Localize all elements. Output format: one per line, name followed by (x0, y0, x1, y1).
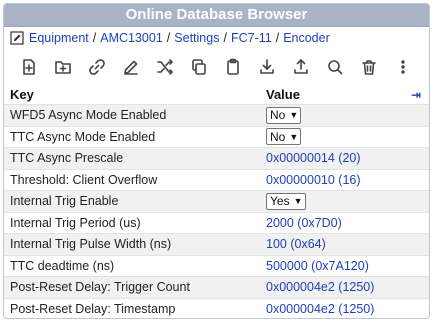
table-row: Post-Reset Delay: Timestamp 0x000004e2 (… (4, 297, 429, 318)
row-key: Post-Reset Delay: Trigger Count (4, 276, 260, 298)
breadcrumb-item-equipment[interactable]: Equipment (29, 27, 89, 49)
select-value: No (270, 108, 286, 123)
breadcrumb-item-settings[interactable]: Settings (174, 27, 219, 49)
breadcrumb-item-encoder[interactable]: Encoder (283, 27, 330, 49)
row-value[interactable]: 0x000004e2 (1250) (260, 297, 429, 318)
chevron-down-icon: ▼ (293, 196, 303, 207)
settings-table: Key Value ⇥ WFD5 Async Mode Enabled No ▼ … (4, 85, 429, 318)
trash-icon[interactable] (352, 53, 386, 81)
row-key: TTC deadtime (ns) (4, 254, 260, 277)
row-key: TTC Async Prescale (4, 147, 260, 169)
row-value[interactable]: 0x000004e2 (1250) (260, 276, 429, 298)
window-title: Online Database Browser (4, 4, 429, 27)
row-value[interactable]: 100 (0x64) (260, 233, 429, 255)
table-row: Threshold: Client Overflow 0x00000010 (1… (4, 168, 429, 191)
select-value: Yes (270, 194, 290, 209)
row-key: WFD5 Async Mode Enabled (4, 104, 260, 126)
pencil-icon[interactable] (114, 53, 148, 81)
breadcrumb-item-amc13001[interactable]: AMC13001 (100, 27, 163, 49)
column-header-value: Value (266, 87, 300, 102)
table-row: TTC Async Prescale 0x00000014 (20) (4, 147, 429, 169)
select-value: No (270, 129, 286, 144)
row-key: Post-Reset Delay: Timestamp (4, 297, 260, 318)
toolbar (4, 49, 429, 85)
row-value[interactable]: 500000 (0x7A120) (260, 254, 429, 277)
table-row: Post-Reset Delay: Trigger Count 0x000004… (4, 276, 429, 298)
row-key: Internal Trig Enable (4, 190, 260, 212)
shuffle-icon[interactable] (148, 53, 182, 81)
row-value[interactable]: 2000 (0x7D0) (260, 211, 429, 234)
table-row: Internal Trig Enable Yes ▼ (4, 190, 429, 212)
browser-window: Online Database Browser Equipment / AMC1… (3, 3, 430, 319)
value-select[interactable]: No ▼ (266, 128, 302, 146)
collapse-icon[interactable]: ⇥ (395, 85, 429, 105)
edit-icon[interactable] (10, 31, 24, 45)
column-header-key: Key (10, 87, 34, 102)
copy-icon[interactable] (182, 53, 216, 81)
breadcrumb-separator: / (166, 31, 171, 45)
row-value[interactable]: 0x00000010 (16) (260, 168, 429, 191)
add-file-icon[interactable] (12, 53, 46, 81)
table-row: Internal Trig Period (us) 2000 (0x7D0) (4, 211, 429, 234)
value-select[interactable]: No ▼ (266, 106, 302, 124)
breadcrumb-separator: / (275, 31, 280, 45)
download-icon[interactable] (250, 53, 284, 81)
chevron-down-icon: ▼ (289, 131, 299, 142)
row-key: Internal Trig Pulse Width (ns) (4, 233, 260, 255)
table-row: Internal Trig Pulse Width (ns) 100 (0x64… (4, 233, 429, 255)
breadcrumb-separator: / (92, 31, 97, 45)
table-row: WFD5 Async Mode Enabled No ▼ (4, 104, 429, 126)
search-icon[interactable] (318, 53, 352, 81)
row-key: TTC Async Mode Enabled (4, 125, 260, 148)
value-select[interactable]: Yes ▼ (266, 192, 306, 210)
row-key: Threshold: Client Overflow (4, 168, 260, 191)
breadcrumb-separator: / (223, 31, 227, 45)
clipboard-icon[interactable] (216, 53, 250, 81)
upload-icon[interactable] (284, 53, 318, 81)
table-header-row: Key Value ⇥ (4, 85, 429, 105)
breadcrumb-item-fc7-11[interactable]: FC7-11 (231, 27, 272, 49)
breadcrumb: Equipment / AMC13001 / Settings / FC7-11… (4, 27, 429, 49)
more-icon[interactable] (386, 53, 420, 81)
link-icon[interactable] (80, 53, 114, 81)
table-row: TTC deadtime (ns) 500000 (0x7A120) (4, 254, 429, 277)
table-row: TTC Async Mode Enabled No ▼ (4, 125, 429, 148)
row-value[interactable]: 0x00000014 (20) (260, 147, 429, 169)
row-key: Internal Trig Period (us) (4, 211, 260, 234)
add-folder-icon[interactable] (46, 53, 80, 81)
chevron-down-icon: ▼ (289, 110, 299, 121)
